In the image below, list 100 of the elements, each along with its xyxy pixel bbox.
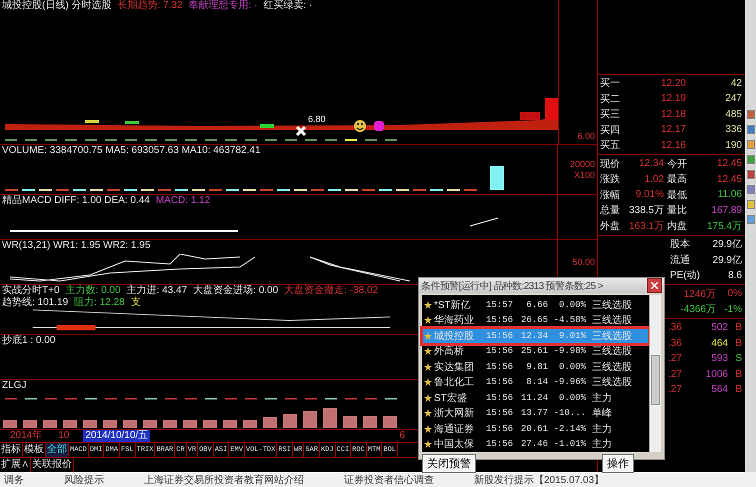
bid-label: 买二 bbox=[600, 92, 621, 106]
bid-volume: 190 bbox=[724, 140, 742, 151]
tick-price: .36 bbox=[668, 322, 683, 334]
stat-label: 涨跌 bbox=[600, 172, 621, 186]
alert-row[interactable]: 华海药业 15:56 26.65 -4.58% 三线选股 bbox=[422, 312, 649, 328]
date-label: 6 bbox=[398, 430, 406, 442]
stat-value: 11.06 bbox=[716, 189, 742, 200]
bid-volume: 247 bbox=[724, 93, 742, 104]
alert-row[interactable]: 实达集团 15:56 9.81 0.00% 三线选股 bbox=[422, 359, 649, 374]
indicator-legend: VOLUME: 3384700.75 MA5: 693057.63 MA10: 463782.41 bbox=[2, 145, 261, 157]
tick-price: .27 bbox=[668, 368, 683, 380]
tick-volume: 502 bbox=[710, 322, 728, 334]
bid-price: 12.18 bbox=[660, 108, 686, 120]
indicator-legend: 红买绿卖: · bbox=[263, 0, 312, 12]
stat-label: 最高 bbox=[666, 172, 688, 186]
status-link[interactable]: 调务 bbox=[4, 472, 24, 486]
bid-volume: 485 bbox=[724, 108, 742, 120]
indicator-legend: 抄底1 : 0.00 bbox=[2, 335, 56, 347]
date-label: 10 bbox=[57, 430, 70, 442]
alert-row[interactable]: 外高桥 15:56 25.61 -9.98% 三线选股 bbox=[422, 344, 649, 359]
stat-label: 涨幅 bbox=[600, 188, 621, 202]
alert-row[interactable]: *ST新亿 15:57 6.66 0.00% 三线选股 bbox=[422, 297, 649, 312]
flow-amount: 1246万 bbox=[682, 288, 716, 301]
stat-value: 163.1万 bbox=[628, 220, 664, 233]
indicator-legend: 长期趋势: 7.32 bbox=[117, 0, 182, 12]
alert-row[interactable]: 浙大网新 15:56 13.77 -10... 单峰 bbox=[422, 406, 649, 421]
stat-label: 内盘 bbox=[666, 220, 688, 233]
axis-label: 50.00 bbox=[572, 257, 595, 267]
bid-volume: 42 bbox=[730, 78, 742, 89]
stat-value: 167.89 bbox=[710, 204, 742, 216]
tick-side: B bbox=[734, 338, 742, 349]
alert-row[interactable]: 中国太保 15:56 27.46 -1.01% 主力 bbox=[422, 436, 649, 452]
indicator-legend: 阻力: 12.28 bbox=[74, 297, 125, 309]
stat-value: 12.45 bbox=[716, 158, 742, 170]
bid-label: 买一 bbox=[600, 77, 621, 90]
axis-label: X100 bbox=[574, 170, 595, 180]
stat-value: 29.9亿 bbox=[712, 254, 742, 267]
bid-label: 买三 bbox=[600, 108, 621, 122]
alert-row[interactable]: ST宏盛 15:56 11.24 0.00% 主力 bbox=[422, 390, 649, 406]
stat-value: 8.6 bbox=[727, 270, 742, 281]
axis-label: 6.00 bbox=[577, 131, 595, 141]
indicator-legend: WR(13,21) WR1: 1.95 WR2: 1.95 bbox=[2, 240, 150, 252]
dialog-title: 条件预警[运行中] 品种数:2313 预警条数:25 > bbox=[421, 280, 603, 292]
tick-side: B bbox=[734, 322, 742, 334]
indicator-legend: 主力数: 0.00 bbox=[66, 285, 121, 297]
stat-label: 股本 bbox=[670, 238, 691, 252]
indicator-legend: 主力进: 43.47 bbox=[126, 285, 188, 297]
bid-label: 买五 bbox=[600, 139, 621, 152]
tick-side: B bbox=[734, 368, 742, 380]
tick-price: .27 bbox=[668, 384, 683, 396]
indicator-legend: MACD: 1.12 bbox=[156, 195, 210, 207]
stat-value: 338.5万 bbox=[628, 204, 664, 218]
bid-volume: 336 bbox=[724, 124, 742, 136]
stat-label: PE(动) bbox=[670, 269, 701, 282]
stat-value: 9.01% bbox=[634, 189, 664, 200]
indicator-tab[interactable]: 全部 bbox=[46, 443, 69, 457]
stat-value: 175.4万 bbox=[706, 220, 742, 233]
dialog-button[interactable]: 关闭预警 bbox=[422, 454, 476, 473]
stat-value: 29.9亿 bbox=[712, 238, 742, 252]
indicator-legend: 精品MACD DIFF: 1.00 DEA: 0.44 bbox=[2, 195, 150, 207]
alert-row[interactable]: 鲁北化工 15:56 8.14 -9.96% 三线选股 bbox=[422, 374, 649, 390]
bid-price: 12.20 bbox=[660, 78, 686, 89]
indicator-legend: 奉献理想专用: · bbox=[188, 0, 258, 12]
stat-label: 量比 bbox=[666, 204, 688, 218]
bid-label: 买四 bbox=[600, 124, 621, 137]
stat-value: 1.02 bbox=[644, 174, 664, 185]
tick-volume: 464 bbox=[710, 338, 728, 349]
indicator-legend: 大盘资金撤走: -38.02 bbox=[284, 285, 378, 297]
flow-percent: 0% bbox=[726, 288, 742, 300]
indicator-legend: 趋势线: 101.19 bbox=[2, 297, 68, 309]
stat-label: 现价 bbox=[600, 158, 621, 171]
tick-price: .36 bbox=[668, 338, 683, 349]
bid-price: 12.19 bbox=[660, 93, 686, 104]
stat-value: 12.45 bbox=[716, 174, 742, 185]
stat-value: 12.34 bbox=[638, 158, 664, 170]
indicator-legend: 大盘资金进场: 0.00 bbox=[193, 285, 278, 297]
price-marker-label: 6.80 bbox=[308, 114, 326, 124]
status-link[interactable]: 上海证券交易所投资者教育网站介绍 bbox=[144, 472, 304, 486]
stat-label: 今开 bbox=[666, 158, 688, 171]
indicator-legend: ZLGJ bbox=[2, 380, 26, 392]
tick-side: B bbox=[734, 384, 742, 396]
date-label: 2014/10/10/五 bbox=[83, 430, 150, 442]
status-link[interactable]: 新股发行提示【2015.07.03】 bbox=[474, 472, 604, 486]
alert-row[interactable]: 海通证券 15:56 20.61 -2.14% 主力 bbox=[422, 421, 649, 436]
stat-label: 最低 bbox=[666, 188, 688, 202]
status-link[interactable]: 风险提示 bbox=[64, 472, 104, 486]
indicator-tab[interactable]: 指标 bbox=[0, 443, 23, 457]
indicator-legend: 实战分时T+0 bbox=[2, 285, 60, 297]
flow-percent: -1% bbox=[723, 304, 742, 315]
stat-label: 外盘 bbox=[600, 220, 621, 233]
indicator-legend: 支 bbox=[130, 297, 141, 309]
status-link[interactable]: 证券投资者信心调查 bbox=[344, 472, 434, 486]
bid-price: 12.16 bbox=[660, 140, 686, 151]
tick-volume: 1006 bbox=[704, 368, 728, 380]
axis-label: 20000 bbox=[570, 159, 595, 169]
tick-volume: 593 bbox=[710, 353, 728, 364]
tick-side: S bbox=[734, 353, 742, 364]
stat-label: 总量 bbox=[600, 204, 621, 218]
indicator-legend: 城投控股(日线) 分时选股 bbox=[2, 0, 112, 12]
dialog-button[interactable]: 操作 bbox=[602, 454, 634, 473]
